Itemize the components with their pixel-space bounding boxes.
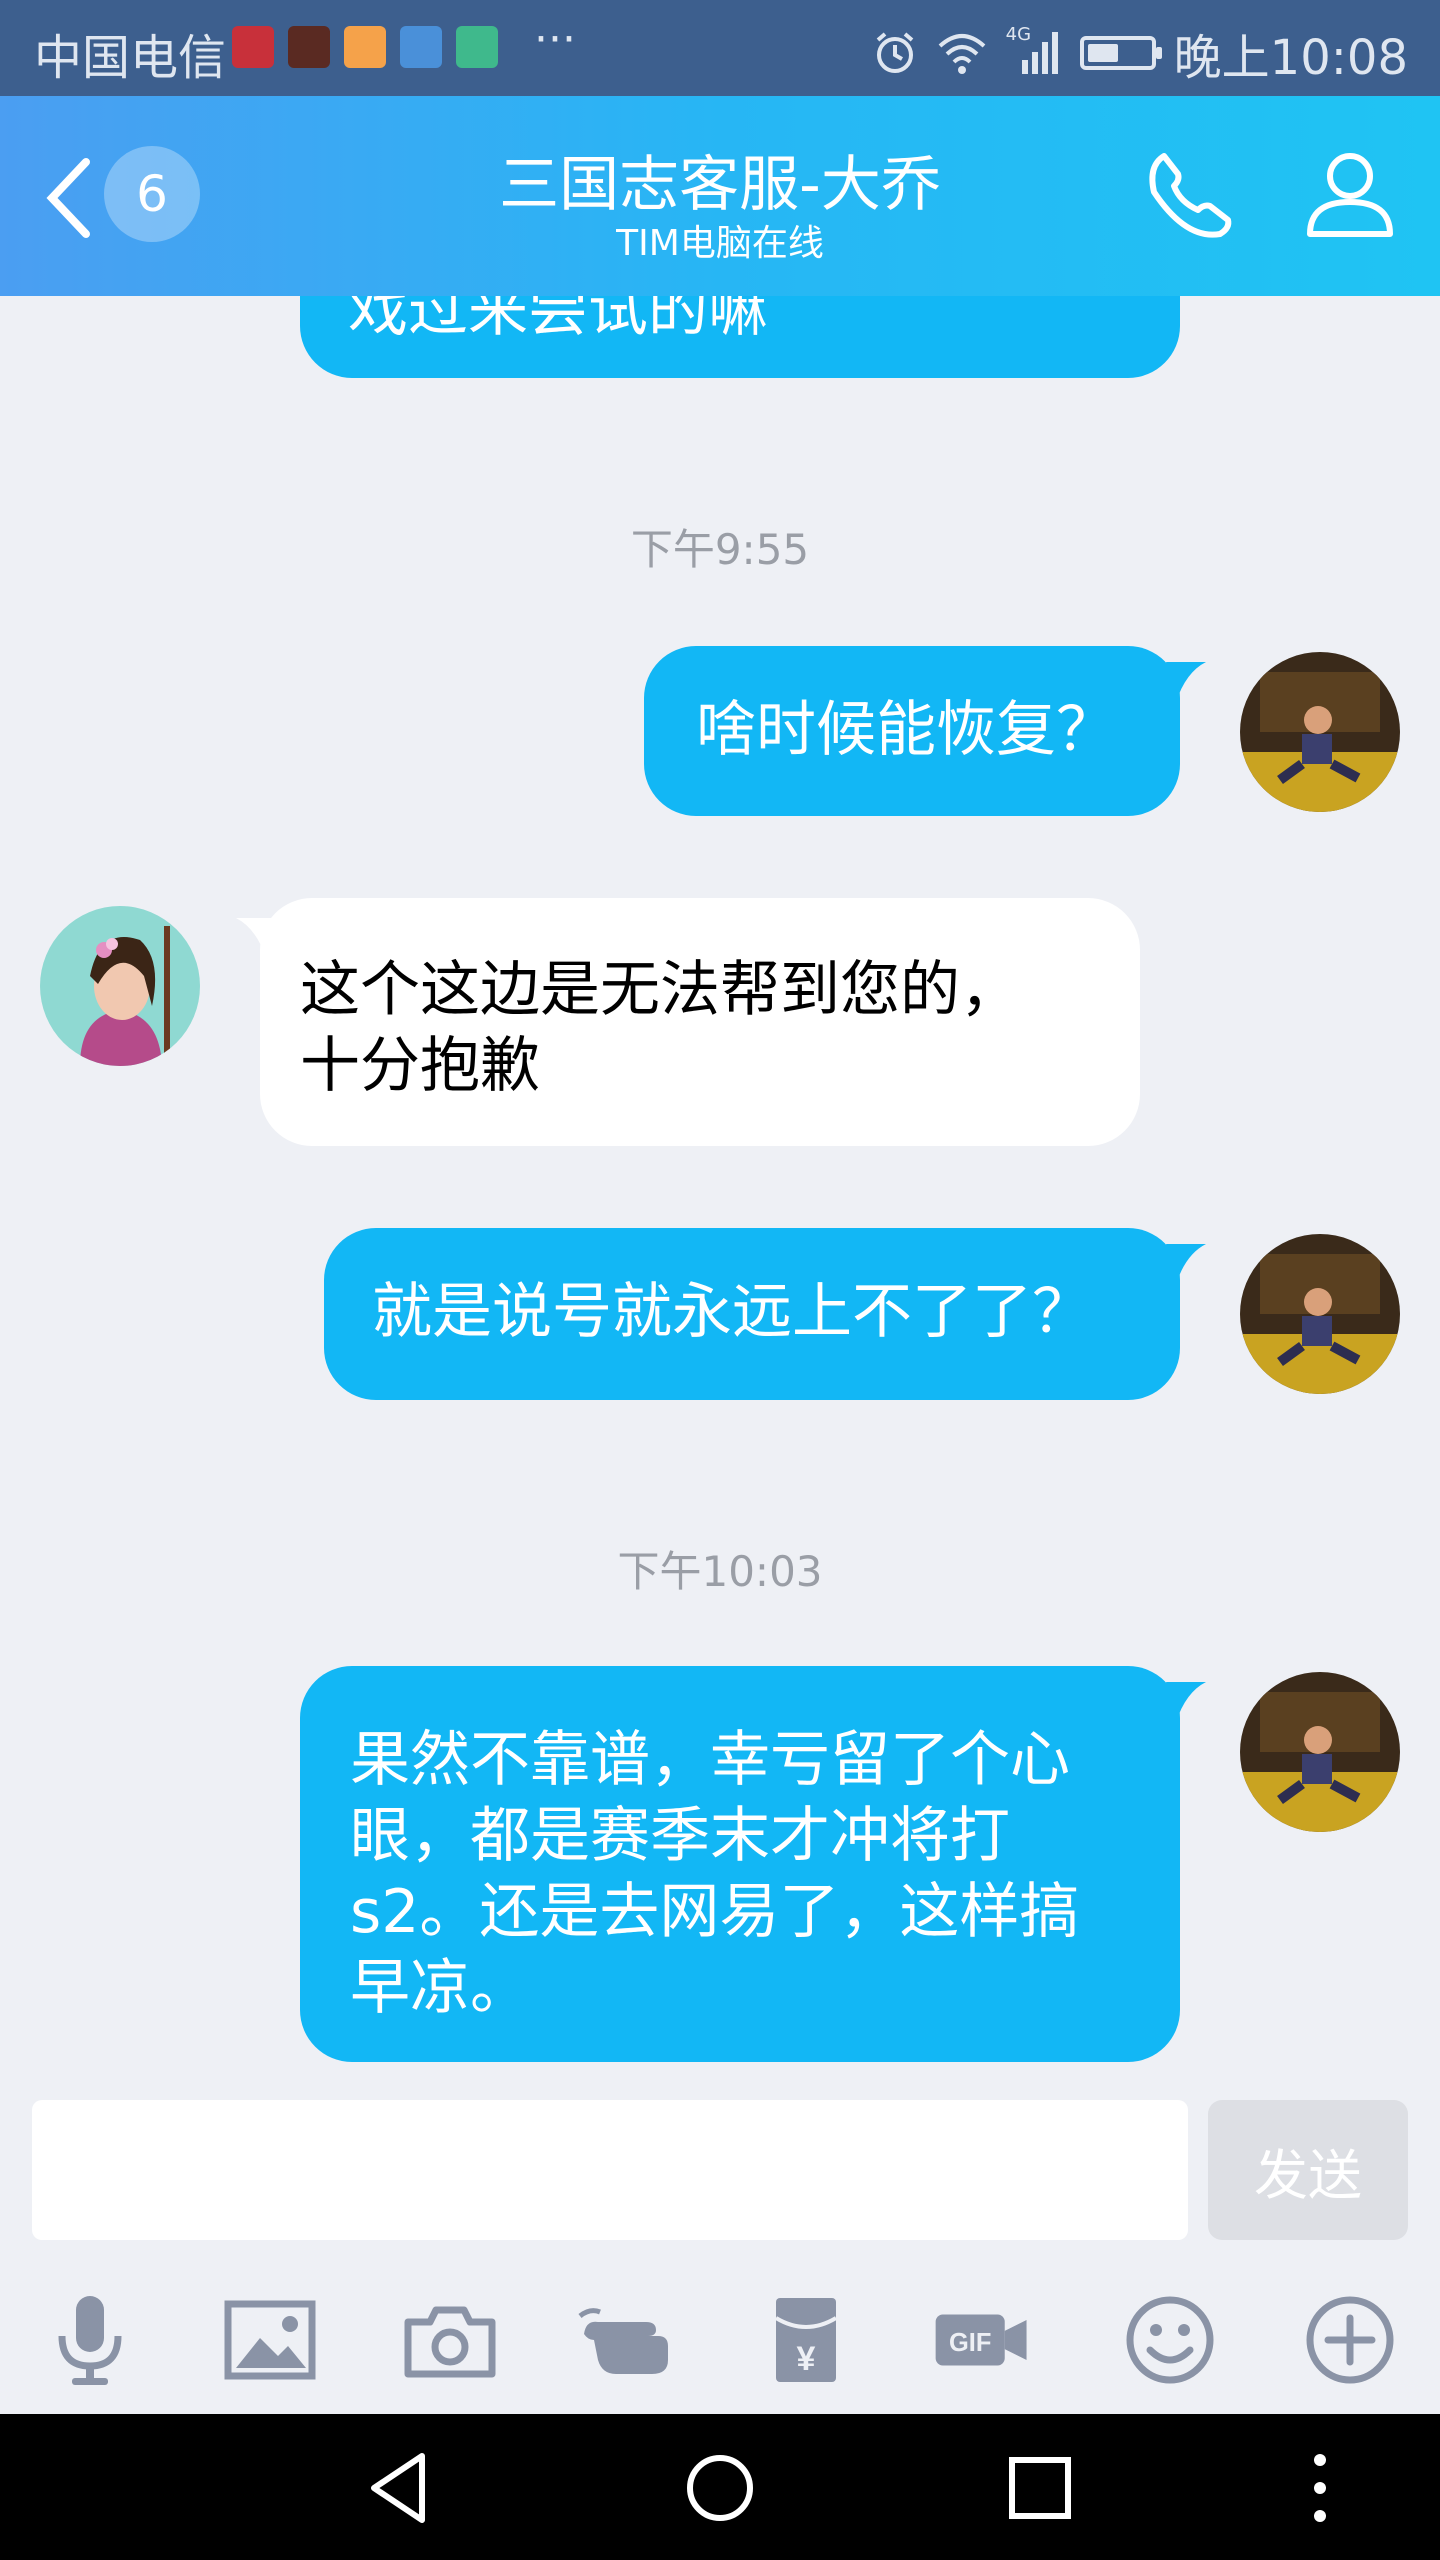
status-bar: 中国电信 ··· 4G 晚上10:08 bbox=[0, 0, 1440, 96]
image-icon[interactable] bbox=[220, 2290, 320, 2390]
nav-recents-icon[interactable] bbox=[1000, 2448, 1080, 2528]
add-more-icon[interactable] bbox=[1300, 2290, 1400, 2390]
message-text-line: 早凉。 bbox=[350, 1953, 530, 2023]
bubble-tail bbox=[1166, 662, 1206, 702]
bubble-tail bbox=[1166, 1244, 1206, 1284]
signal-icon: 4G bbox=[1006, 24, 1062, 76]
wifi-icon bbox=[938, 34, 986, 74]
clock-label: 晚上10:08 bbox=[1173, 30, 1408, 86]
message-bubble-outgoing[interactable]: 啥时候能恢复？ bbox=[644, 646, 1180, 816]
navigation-app-icon bbox=[400, 26, 442, 68]
user-avatar[interactable] bbox=[1240, 1672, 1400, 1832]
chat-header: 6 三国志客服-大乔 TIM电脑在线 bbox=[0, 96, 1440, 296]
alarm-icon bbox=[876, 32, 913, 73]
battery-icon bbox=[1079, 36, 1162, 70]
nav-menu-icon[interactable] bbox=[1280, 2448, 1360, 2528]
message-bubble-incoming[interactable]: 这个这边是无法帮到您的， 十分抱歉 bbox=[260, 898, 1140, 1146]
message-timestamp: 下午9:55 bbox=[630, 525, 810, 574]
nav-back-icon[interactable] bbox=[360, 2448, 440, 2528]
netease-app-icon bbox=[232, 26, 274, 68]
emoji-icon[interactable] bbox=[1120, 2290, 1220, 2390]
agent-avatar[interactable] bbox=[40, 906, 200, 1066]
message-input[interactable] bbox=[32, 2100, 1188, 2240]
rabbit-app-icon bbox=[456, 26, 498, 68]
svg-text:GIF: GIF bbox=[949, 2329, 991, 2357]
poke-hand-icon[interactable] bbox=[576, 2290, 676, 2390]
bubble-tail bbox=[1166, 1682, 1206, 1722]
nav-home-icon[interactable] bbox=[680, 2448, 760, 2528]
message-text: 就是说号就永远上不了了？ bbox=[372, 1277, 1092, 1347]
profile-icon[interactable] bbox=[1300, 144, 1400, 244]
message-text: 啥时候能恢复？ bbox=[696, 695, 1116, 765]
phone-call-icon[interactable] bbox=[1140, 144, 1240, 244]
weibo-app-icon bbox=[344, 26, 386, 68]
gif-icon[interactable]: GIF bbox=[932, 2290, 1032, 2390]
send-button[interactable]: 发送 bbox=[1208, 2100, 1408, 2240]
user-avatar[interactable] bbox=[1240, 1234, 1400, 1394]
more-notifications-icon: ··· bbox=[534, 14, 576, 65]
camera-icon[interactable] bbox=[400, 2290, 500, 2390]
message-text-line: 眼，都是赛季末才冲将打 bbox=[350, 1801, 1010, 1871]
user-avatar[interactable] bbox=[1240, 652, 1400, 812]
message-text-line: s2。还是去网易了，这样搞 bbox=[350, 1877, 1080, 1947]
red-packet-icon[interactable]: ¥ bbox=[756, 2290, 856, 2390]
svg-text:¥: ¥ bbox=[797, 2340, 816, 2378]
message-text-line: 果然不靠谱，幸亏留了个心 bbox=[350, 1725, 1070, 1795]
notification-icons bbox=[232, 26, 498, 68]
carrier-label: 中国电信 bbox=[34, 30, 227, 86]
message-bubble-outgoing[interactable]: 果然不靠谱，幸亏留了个心 眼，都是赛季末才冲将打 s2。还是去网易了，这样搞 早… bbox=[300, 1666, 1180, 2062]
sanguozhi-app-icon bbox=[288, 26, 330, 68]
microphone-icon[interactable] bbox=[40, 2290, 140, 2390]
message-text-line: 这个这边是无法帮到您的， bbox=[300, 955, 1020, 1025]
message-text-line: 十分抱歉 bbox=[300, 1031, 540, 1101]
system-nav-bar bbox=[0, 2414, 1440, 2560]
message-timestamp: 下午10:03 bbox=[617, 1547, 823, 1596]
message-bubble-outgoing[interactable]: 就是说号就永远上不了了？ bbox=[324, 1228, 1180, 1400]
